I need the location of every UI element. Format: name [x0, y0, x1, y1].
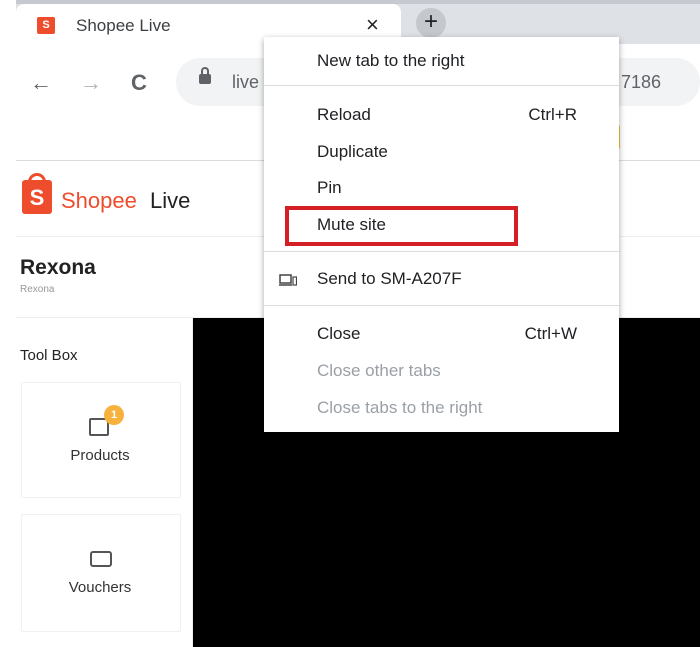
- menu-shortcut: Ctrl+R: [528, 105, 577, 124]
- voucher-icon: [90, 551, 112, 567]
- menu-item-close[interactable]: Close Ctrl+W: [264, 318, 619, 352]
- new-tab-button[interactable]: +: [416, 8, 446, 38]
- menu-label: Close other tabs: [317, 361, 441, 380]
- products-label: Products: [70, 447, 130, 464]
- url-text-prefix[interactable]: live: [232, 72, 259, 93]
- reload-icon[interactable]: C: [131, 72, 147, 94]
- menu-item-new-tab-right[interactable]: New tab to the right: [264, 45, 619, 79]
- products-card[interactable]: [21, 382, 181, 498]
- forward-icon[interactable]: →: [80, 72, 102, 94]
- mute-site-highlight-box: [285, 206, 518, 246]
- shop-subtitle: Rexona: [20, 284, 55, 295]
- menu-label: Duplicate: [317, 142, 388, 161]
- menu-label: Pin: [317, 178, 342, 197]
- tab-close-icon[interactable]: ×: [366, 14, 379, 36]
- menu-label: Reload: [317, 105, 371, 124]
- shop-name: Rexona: [20, 256, 96, 279]
- menu-separator: [264, 85, 619, 86]
- url-text-suffix[interactable]: 7186: [621, 72, 661, 93]
- menu-item-close-other-tabs: Close other tabs: [264, 355, 619, 389]
- menu-label: Close: [317, 324, 361, 343]
- brand-wordmark: Shopee: [61, 188, 137, 213]
- back-icon[interactable]: ←: [30, 72, 52, 94]
- vouchers-card[interactable]: [21, 514, 181, 632]
- device-icon: [279, 274, 297, 286]
- menu-label: New tab to the right: [317, 51, 465, 70]
- menu-label: Send to SM-A207F: [317, 269, 462, 288]
- tab-title: Shopee Live: [76, 16, 171, 35]
- menu-item-send-to-device[interactable]: Send to SM-A207F: [264, 263, 619, 297]
- menu-item-pin[interactable]: Pin: [264, 172, 619, 206]
- menu-item-duplicate[interactable]: Duplicate: [264, 136, 619, 170]
- shopee-favicon-icon: S: [37, 17, 55, 34]
- menu-separator: [264, 251, 619, 252]
- products-count-badge: 1: [104, 405, 124, 425]
- menu-label: Close tabs to the right: [317, 398, 483, 417]
- menu-shortcut: Ctrl+W: [524, 324, 577, 343]
- vouchers-label: Vouchers: [68, 579, 132, 596]
- menu-separator: [264, 305, 619, 306]
- lock-icon[interactable]: [199, 74, 211, 84]
- menu-item-close-tabs-right: Close tabs to the right: [264, 392, 619, 426]
- menu-item-reload[interactable]: Reload Ctrl+R: [264, 99, 619, 133]
- shopee-logo-icon: S: [22, 180, 52, 214]
- brand-live-label: Live: [150, 188, 191, 213]
- toolbox-title: Tool Box: [20, 347, 78, 364]
